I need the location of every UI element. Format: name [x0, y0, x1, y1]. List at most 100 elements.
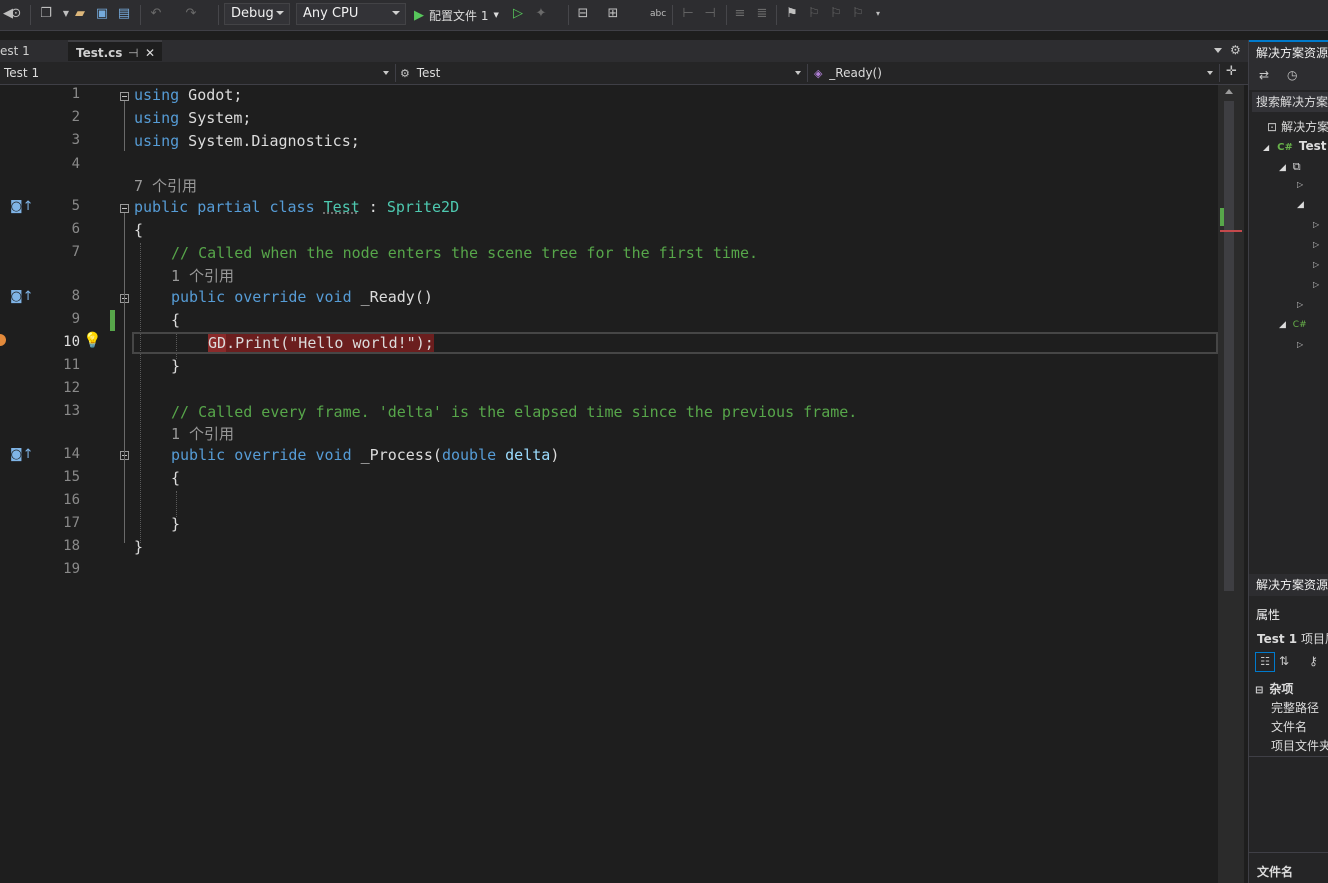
undo-icon[interactable]: ↶	[148, 6, 164, 22]
bookmark-icon[interactable]: ⚑	[784, 6, 800, 22]
prev-bookmark-icon[interactable]: ⚐	[806, 6, 822, 22]
categorized-icon[interactable]: ☷	[1255, 652, 1275, 672]
solution-config-dropdown[interactable]: Debug	[224, 3, 290, 25]
spell-check-icon[interactable]: abc	[650, 6, 666, 22]
collapse-icon[interactable]	[120, 204, 129, 213]
codelens-references[interactable]: 7 个引用	[134, 175, 197, 196]
tree-node[interactable]: ▷	[1297, 340, 1303, 349]
tree-node[interactable]: ◢	[1297, 200, 1304, 210]
tree-node[interactable]: ▷	[1297, 180, 1303, 189]
history-icon[interactable]: ◷	[1287, 68, 1297, 82]
tree-node-project[interactable]: ◢ C# Test	[1263, 139, 1326, 153]
panel-title[interactable]: 解决方案资源	[1249, 40, 1328, 62]
gear-icon[interactable]: ⚙	[1230, 43, 1241, 57]
save-all-icon[interactable]: ▤	[116, 6, 132, 22]
layout-icon[interactable]: ⊞	[605, 6, 621, 22]
editor-scrollbar[interactable]	[1218, 85, 1244, 883]
tree-node[interactable]: ▷	[1313, 240, 1319, 249]
tree-node[interactable]: ▷	[1297, 300, 1303, 309]
tree-node-dependencies[interactable]: ◢ ⧉	[1279, 160, 1301, 174]
code-line[interactable]: using Godot;	[134, 86, 242, 104]
platform-dropdown[interactable]: Any CPU	[296, 3, 406, 25]
code-line[interactable]: {	[171, 311, 180, 329]
code-line[interactable]: // Called every frame. 'delta' is the el…	[171, 403, 857, 421]
save-icon[interactable]: ▣	[94, 6, 110, 22]
code-line[interactable]: }	[134, 538, 143, 556]
tree-node-cs-file[interactable]: ◢ C#	[1279, 320, 1307, 330]
code-line[interactable]: {	[134, 221, 143, 239]
clear-bookmarks-icon[interactable]: ⚐	[850, 6, 866, 22]
object-type: 项目属	[1300, 632, 1328, 646]
tab-test-cs[interactable]: Test.cs ⊣ ✕	[68, 40, 162, 61]
next-bookmark-icon[interactable]: ⚐	[828, 6, 844, 22]
code-line[interactable]: }	[171, 515, 180, 533]
property-row[interactable]: 项目文件夹	[1271, 737, 1328, 754]
override-icon[interactable]: ◙↑	[10, 289, 34, 304]
property-row[interactable]: 完整路径	[1271, 699, 1319, 716]
outdent-icon[interactable]: ⊣	[702, 6, 718, 22]
overflow-icon[interactable]: ▾	[870, 6, 886, 22]
comment-icon[interactable]: ≡	[732, 6, 748, 22]
close-icon[interactable]: ✕	[145, 42, 155, 64]
redo-icon[interactable]: ↷	[183, 6, 199, 22]
indent-icon[interactable]: ⊢	[680, 6, 696, 22]
lightbulb-icon[interactable]: 💡	[83, 331, 102, 349]
tree-node[interactable]: ▷	[1313, 220, 1319, 229]
separator	[30, 5, 31, 25]
alphabetical-icon[interactable]: ⇅	[1279, 654, 1289, 668]
start-without-debug-icon[interactable]: ▷	[510, 6, 526, 22]
uncomment-icon[interactable]: ≣	[754, 6, 770, 22]
open-folder-icon[interactable]: ▰	[72, 6, 88, 22]
code-line[interactable]: public partial class Test : Sprite2D	[134, 198, 459, 216]
error-code-line[interactable]: GD.Print("Hello world!");	[208, 334, 434, 352]
code-text: )	[550, 446, 560, 464]
codelens-references[interactable]: 1 个引用	[171, 265, 234, 286]
tree-node-solution[interactable]: ⊡ 解决方案	[1267, 118, 1328, 135]
toolbar: ◀ ⊙ ❐ ▼ ▰ ▣ ▤ ↶ ↷ Debug Any CPU ▶ 配置文件 1…	[0, 0, 1328, 31]
code-line[interactable]: {	[171, 469, 180, 487]
project-dropdown[interactable]: Test 1	[0, 64, 396, 82]
code-line[interactable]: using System.Diagnostics;	[134, 132, 360, 150]
forward-icon[interactable]: ⊙	[8, 6, 24, 22]
breakpoint-icon[interactable]	[0, 334, 6, 346]
new-project-icon[interactable]: ❐	[38, 6, 54, 22]
scroll-up-icon[interactable]	[1225, 89, 1233, 94]
code-line[interactable]: using System;	[134, 109, 251, 127]
method-name: _Process	[351, 446, 433, 464]
code-line[interactable]: public override void _Ready()	[171, 288, 433, 306]
line-number: 18	[63, 538, 80, 554]
code-line[interactable]: // Called when the node enters the scene…	[171, 244, 758, 262]
code-line[interactable]: }	[171, 357, 180, 375]
type-name: Test	[323, 198, 360, 216]
divider	[1249, 852, 1328, 853]
sync-icon[interactable]: ⇄	[1259, 68, 1269, 82]
browser-link-icon[interactable]: ⊟	[575, 6, 591, 22]
tree-node[interactable]: ▷	[1313, 260, 1319, 269]
fold-line	[124, 101, 125, 151]
line-number: 3	[71, 132, 80, 148]
property-row[interactable]: 文件名	[1271, 718, 1307, 735]
property-category[interactable]: ⊟ 杂项	[1255, 680, 1293, 697]
override-icon[interactable]: ◙↑	[10, 447, 34, 462]
tree-node[interactable]: ▷	[1313, 280, 1319, 289]
code-line[interactable]: public override void _Process(double del…	[171, 446, 559, 464]
panel-title[interactable]: 解决方案资源	[1249, 574, 1328, 596]
code-text: .Print(	[226, 334, 290, 352]
split-window-icon[interactable]: ✛	[1226, 64, 1237, 79]
properties-title[interactable]: 属性	[1249, 604, 1328, 626]
start-debug-button[interactable]: ▶ 配置文件 1 ▼	[414, 5, 499, 25]
tab-test-1[interactable]: est 1	[0, 40, 68, 62]
property-pages-icon[interactable]: ⚷	[1309, 654, 1318, 668]
search-input[interactable]: 搜索解决方案	[1252, 92, 1328, 112]
type-dropdown[interactable]: ⚙ Test	[396, 64, 808, 82]
collapse-icon[interactable]	[120, 92, 129, 101]
implemented-by-icon[interactable]: ◙↑	[10, 199, 34, 214]
scrollbar-thumb[interactable]	[1224, 101, 1234, 591]
member-dropdown[interactable]: ◈ _Ready()	[810, 64, 1220, 82]
line-number: 9	[71, 311, 80, 327]
pin-icon[interactable]: ⊣	[128, 42, 138, 64]
code-editor[interactable]: 1 2 3 4 5 6 7 8 9 10 11 12 13 14 15 16 1…	[0, 85, 1218, 883]
hot-reload-icon[interactable]: ✦	[533, 6, 549, 22]
codelens-references[interactable]: 1 个引用	[171, 423, 234, 444]
tab-list-icon[interactable]	[1214, 48, 1222, 53]
